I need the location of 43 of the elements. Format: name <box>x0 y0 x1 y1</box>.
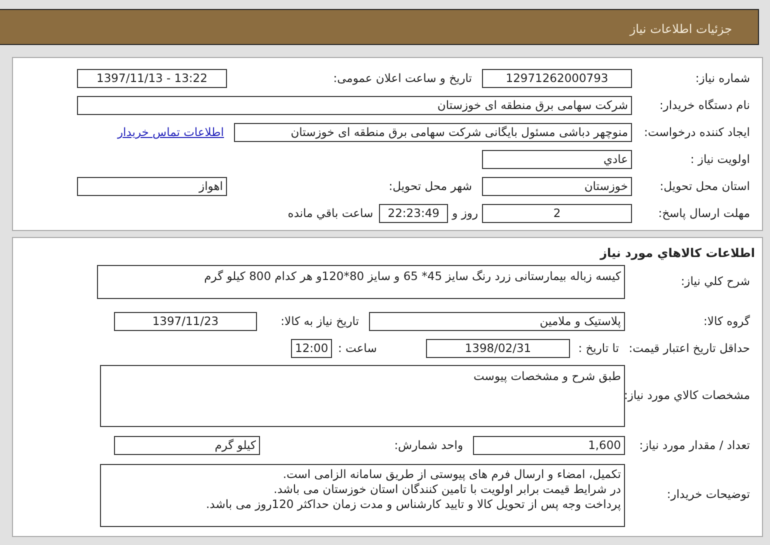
notes-line: پرداخت وجه پس از تحویل کالا و تایید کارشناس و مدت زمان حداکثر 120روز می باشد. <box>205 496 621 512</box>
field-label: اولویت نیاز : <box>689 150 751 168</box>
field-label: حداقل تاریخ اعتبار قیمت: <box>628 340 751 357</box>
field-label: توضیحات خریدار: <box>666 486 751 504</box>
value-field: 12:00 <box>291 339 332 358</box>
field-label: شرح کلي نياز: <box>680 273 751 290</box>
value-field: عادي <box>482 150 632 169</box>
contact-link[interactable]: اطلاعات تماس خریدار <box>117 124 224 142</box>
field-label: ساعت باقي مانده <box>288 204 374 222</box>
field-label: گروه کالا: <box>702 312 751 330</box>
value-field: کیلو گرم <box>114 436 260 455</box>
field-label: واحد شمارش: <box>393 436 464 454</box>
description-field: کیسه زباله بیمارستانی زرد رنگ سایز 45* 65 و سایز 80*120و هر کدام 800 کیلو گرم <box>97 265 625 299</box>
field-label: ساعت : <box>338 340 378 357</box>
value-field: 1397/11/13 - 13:22 <box>77 69 227 88</box>
value-field: خوزستان <box>482 177 632 196</box>
value-field: اهواز <box>77 177 227 196</box>
value-field: 1398/02/31 <box>426 339 570 358</box>
value-field: 1,600 <box>473 436 625 455</box>
value-field: 2 <box>482 204 632 223</box>
field-label: نام دستگاه خریدار: <box>658 96 751 114</box>
value-field: 22:23:49 <box>379 204 448 223</box>
field-label: تعداد / مقدار مورد نیاز: <box>638 436 751 454</box>
page-title: جزئیات اطلاعات نیاز <box>630 22 732 36</box>
field-label: تاریخ و ساعت اعلان عمومی: <box>332 70 473 87</box>
value-field: 1397/11/23 <box>114 312 257 331</box>
field-label: مشخصات کالاي مورد نياز: <box>625 387 751 404</box>
field-label: مهلت ارسال پاسخ: <box>657 204 751 222</box>
notes-line: در شرایط قیمت برابر اولویت با تامین کنندگان استان خوزستان می باشد. <box>272 482 621 496</box>
field-label: استان محل تحویل: <box>658 178 751 195</box>
field-label: شهر محل تحویل: <box>388 178 473 195</box>
notes-line: تکمیل، امضاء و ارسال فرم های پیوستی از طریق سامانه الزامی است. <box>282 466 621 482</box>
section-title: اطلاعات کالاهاي مورد نياز <box>598 245 755 262</box>
specs-field: طبق شرح و مشخصات پیوست <box>100 365 625 427</box>
field-label: تاریخ نیاز به کالا: <box>280 312 360 330</box>
value-field: شرکت سهامی برق منطقه ای خوزستان <box>77 96 632 115</box>
field-label: شماره نیاز: <box>694 70 751 87</box>
value-field: منوچهر دباشی مسئول بایگانی شرکت سهامی برق منطقه ای خوزستان <box>234 123 632 142</box>
field-label: روز و <box>452 204 479 222</box>
value-field: پلاستیک و ملامین <box>369 312 625 331</box>
field-label: ایجاد کننده درخواست: <box>643 124 751 141</box>
field-label: تا تاریخ : <box>577 340 620 357</box>
value-field: 12971262000793 <box>482 69 632 88</box>
